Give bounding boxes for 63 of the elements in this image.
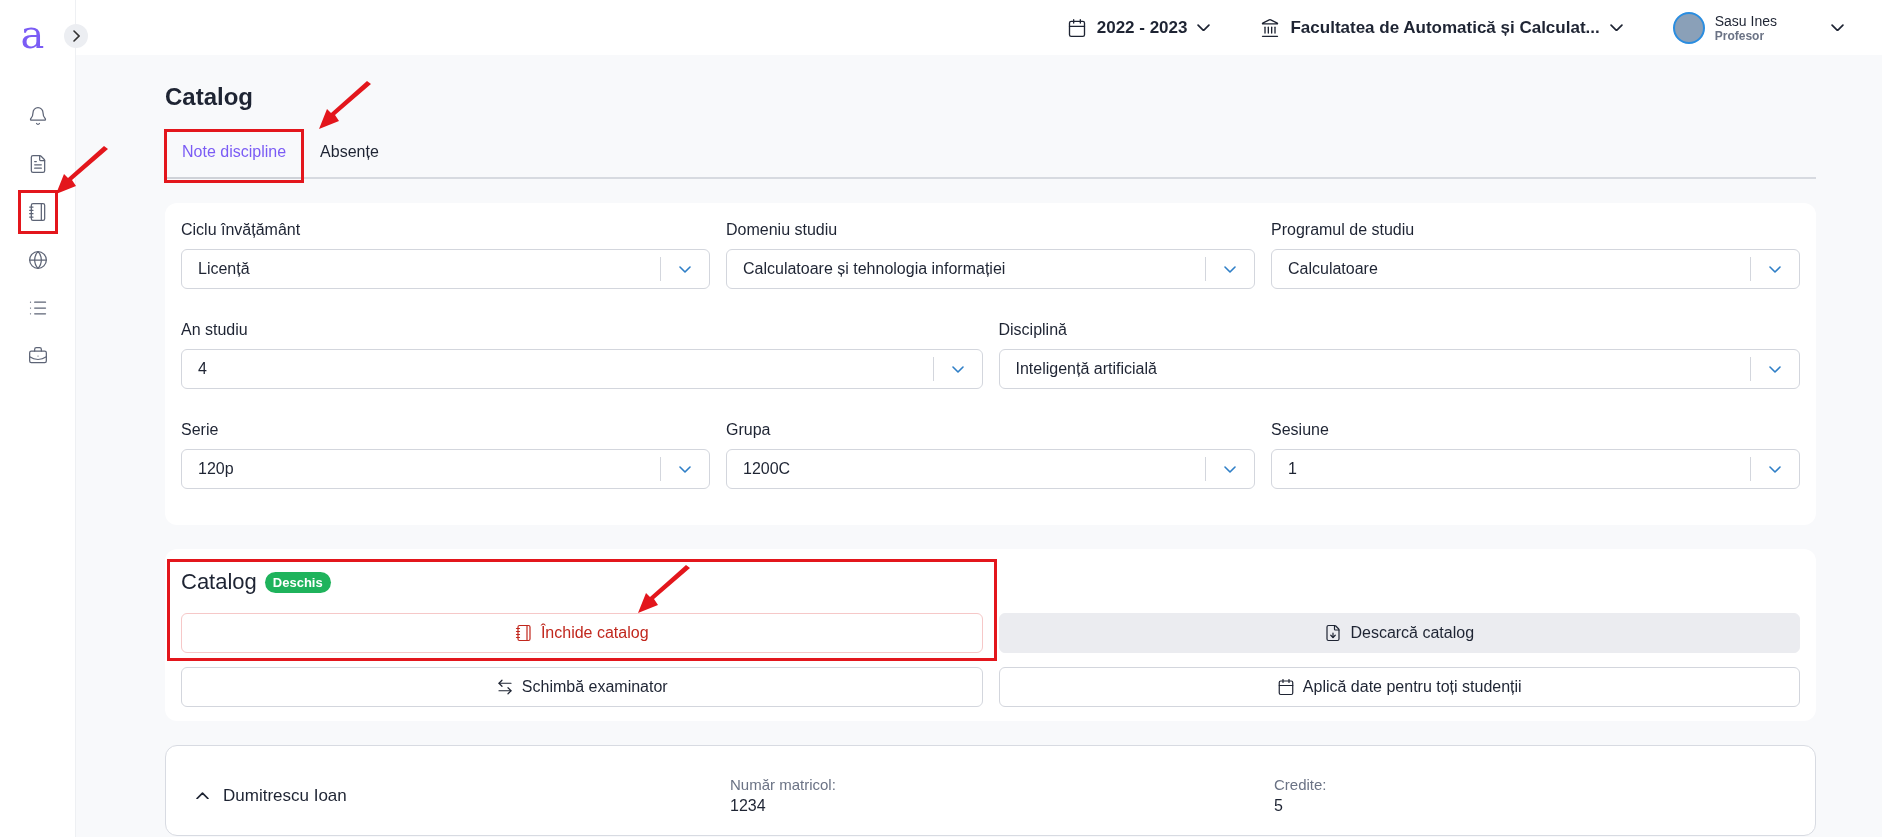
calendar-icon: [1276, 678, 1295, 696]
chevron-down-icon: [1769, 265, 1781, 273]
faculty-selector[interactable]: Facultatea de Automatică și Calculat...: [1260, 17, 1623, 38]
chevron-down-icon: [679, 265, 691, 273]
select-field[interactable]: Calculatoare: [1271, 249, 1800, 289]
page-title: Catalog: [165, 83, 253, 111]
annotation-box: [17, 190, 58, 234]
select-field[interactable]: 1: [1271, 449, 1800, 489]
select-field[interactable]: 120p: [181, 449, 710, 489]
status-badge: Deschis: [264, 571, 331, 593]
field-value: 1234: [730, 797, 767, 815]
select-field[interactable]: 4: [181, 349, 983, 389]
chevron-down-icon: [1609, 23, 1623, 32]
field-label: Număr matricol:: [730, 776, 837, 793]
field-label: Serie: [181, 421, 220, 439]
notebook-icon: [514, 624, 533, 642]
globe-icon: [27, 250, 48, 270]
field-label: Domeniu studiu: [726, 221, 839, 239]
field-label: An studiu: [181, 321, 249, 339]
bell-icon: [27, 106, 48, 126]
select-field[interactable]: Licență: [181, 249, 710, 289]
select-field[interactable]: Inteligență artificială: [998, 349, 1800, 389]
file-download-icon: [1324, 624, 1343, 642]
field-label: Grupa: [726, 421, 772, 439]
student-toggle[interactable]: Dumitrescu Ioan: [196, 785, 730, 806]
calendar-icon: [1066, 17, 1087, 38]
user-role: Profesor: [1714, 28, 1766, 43]
arrow-annotation: [636, 565, 692, 615]
action-button[interactable]: Închide catalog: [181, 613, 983, 653]
action-button[interactable]: Aplică date pentru toți studenții: [998, 667, 1800, 707]
catalog-title: Catalog: [181, 569, 257, 595]
chevron-down-icon: [951, 365, 964, 373]
chevron-up-icon: [196, 791, 209, 800]
field-label: Programul de studiu: [1271, 221, 1416, 239]
user-name: Sasu Ines: [1714, 12, 1777, 29]
field-value: 5: [1274, 797, 1284, 815]
user-menu[interactable]: Sasu Ines Profesor: [1672, 11, 1844, 44]
chevron-down-icon: [1224, 265, 1236, 273]
action-button[interactable]: Schimbă examinator: [181, 667, 983, 707]
field-label: Sesiune: [1271, 421, 1330, 439]
avatar: [1672, 11, 1705, 44]
chevron-down-icon: [1224, 465, 1236, 473]
field-label: Ciclu învățământ: [181, 221, 302, 239]
briefcase-icon: [27, 346, 48, 366]
chevron-down-icon: [1769, 465, 1781, 473]
select-field[interactable]: Calculatoare și tehnologia informației: [726, 249, 1255, 289]
chevron-down-icon: [679, 465, 691, 473]
chevron-right-icon: [72, 30, 80, 42]
tab[interactable]: Note discipline: [165, 137, 304, 179]
expand-sidebar-button[interactable]: [64, 24, 88, 48]
action-button[interactable]: Descarcă catalog: [998, 613, 1800, 653]
swap-arrows-icon: [495, 678, 514, 696]
field-label: Disciplină: [998, 321, 1068, 339]
chevron-down-icon: [1769, 365, 1781, 373]
chevron-down-icon: [1831, 23, 1844, 32]
field-label: Credite:: [1274, 776, 1328, 793]
notebook-icon: [27, 202, 48, 222]
tab[interactable]: Absențe: [303, 137, 396, 179]
year-selector[interactable]: 2022 - 2023: [1066, 17, 1211, 38]
chevron-down-icon: [1197, 23, 1211, 32]
select-field[interactable]: 1200C: [726, 449, 1255, 489]
building-icon: [1260, 17, 1281, 38]
app-logo: a: [20, 14, 45, 54]
